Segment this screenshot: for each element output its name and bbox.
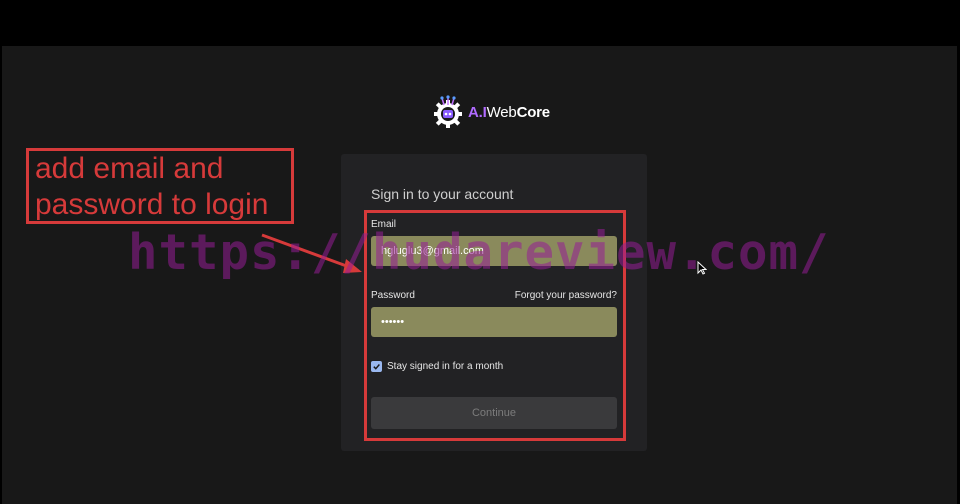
logo-core-text: Core bbox=[516, 103, 551, 121]
screen-edge-left bbox=[0, 46, 2, 504]
highlight-frame bbox=[364, 210, 626, 441]
logo-web-text: Web bbox=[486, 103, 517, 121]
annotation-callout: add email and password to login bbox=[26, 148, 294, 224]
app-logo: A.IWebCore bbox=[430, 94, 550, 130]
mouse-cursor-icon bbox=[697, 261, 707, 275]
gear-robot-icon bbox=[434, 95, 462, 128]
logo-wordmark: A.IWebCore bbox=[468, 104, 550, 121]
signin-title: Sign in to your account bbox=[371, 186, 514, 202]
logo-ai-text: A.I bbox=[468, 103, 487, 121]
